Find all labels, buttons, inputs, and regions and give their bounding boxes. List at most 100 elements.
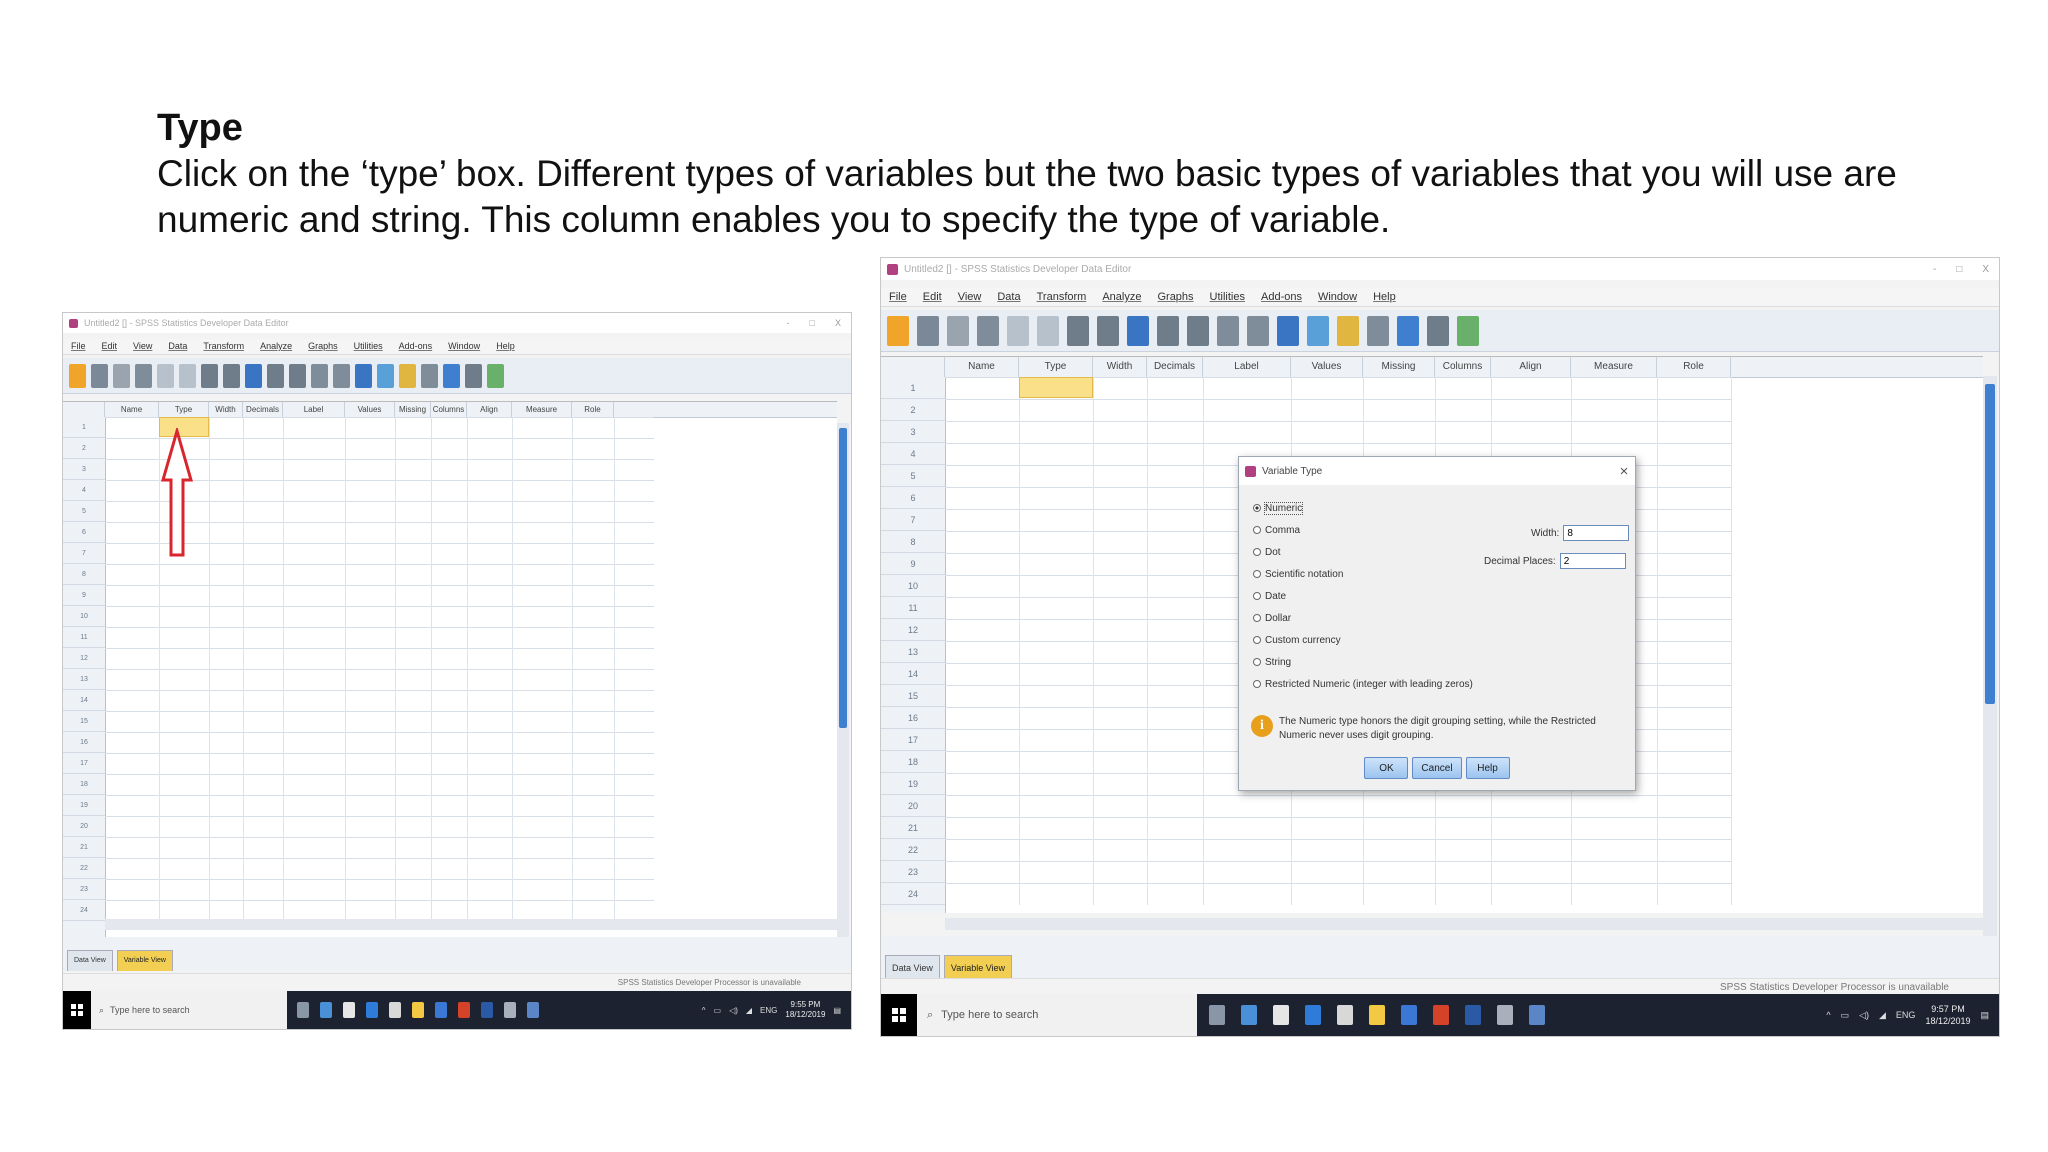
- radio-comma[interactable]: Comma: [1253, 519, 1553, 541]
- word-icon[interactable]: [481, 1002, 493, 1018]
- width-input[interactable]: [1563, 525, 1630, 541]
- menu-file[interactable]: File: [63, 339, 94, 354]
- menu-addons[interactable]: Add-ons: [1253, 288, 1310, 306]
- taskbar-search[interactable]: ⌕ Type here to search: [917, 994, 1197, 1036]
- redo-icon[interactable]: [1037, 315, 1059, 346]
- col-decimals[interactable]: Decimals: [243, 402, 283, 417]
- row-number[interactable]: 2: [881, 399, 945, 421]
- col-name[interactable]: Name: [105, 402, 159, 417]
- tray-chevron-icon[interactable]: ^: [702, 1006, 706, 1015]
- variables-icon[interactable]: [1127, 315, 1149, 346]
- row-number[interactable]: 19: [881, 773, 945, 795]
- close-button[interactable]: X: [825, 318, 851, 328]
- row-number[interactable]: 23: [63, 879, 105, 900]
- show-all-variables-icon[interactable]: [1427, 315, 1449, 346]
- tools-icon[interactable]: [504, 1002, 516, 1018]
- row-number[interactable]: 7: [881, 509, 945, 531]
- radio-selected-icon[interactable]: [1253, 504, 1261, 512]
- mail-icon[interactable]: [389, 1002, 401, 1018]
- radio-icon[interactable]: [1253, 614, 1261, 622]
- col-role[interactable]: Role: [572, 402, 614, 417]
- col-missing[interactable]: Missing: [395, 402, 431, 417]
- menu-view[interactable]: View: [950, 288, 990, 306]
- menu-transform[interactable]: Transform: [195, 339, 252, 354]
- radio-icon[interactable]: [1253, 548, 1261, 556]
- menu-edit[interactable]: Edit: [94, 339, 126, 354]
- find-icon[interactable]: [1187, 315, 1209, 346]
- row-number[interactable]: 7: [63, 543, 105, 564]
- vertical-scrollbar[interactable]: [837, 423, 849, 943]
- help-button[interactable]: Help: [1465, 757, 1510, 779]
- value-labels-icon[interactable]: [1367, 315, 1389, 346]
- row-number[interactable]: 5: [63, 501, 105, 522]
- minimize-button[interactable]: -: [777, 318, 800, 328]
- row-number[interactable]: 9: [63, 585, 105, 606]
- row-number[interactable]: 15: [881, 685, 945, 707]
- ok-button[interactable]: OK: [1364, 757, 1409, 779]
- language-indicator[interactable]: ENG: [760, 1006, 777, 1015]
- taskbar-search[interactable]: ⌕ Type here to search: [91, 991, 287, 1029]
- clock[interactable]: 9:57 PM 18/12/2019: [1925, 1003, 1970, 1027]
- tab-data-view[interactable]: Data View: [885, 955, 940, 980]
- tab-data-view[interactable]: Data View: [67, 950, 113, 971]
- type-cell-selected[interactable]: [1019, 377, 1093, 398]
- variables-icon[interactable]: [245, 363, 262, 388]
- save-icon[interactable]: [91, 363, 108, 388]
- row-number[interactable]: 1: [881, 377, 945, 399]
- menu-view[interactable]: View: [125, 339, 160, 354]
- file-explorer-icon[interactable]: [412, 1002, 424, 1018]
- insert-variable-icon[interactable]: [333, 363, 350, 388]
- radio-icon[interactable]: [1253, 680, 1261, 688]
- find-icon[interactable]: [289, 363, 306, 388]
- row-number[interactable]: 10: [881, 575, 945, 597]
- radio-icon[interactable]: [1253, 592, 1261, 600]
- undo-icon[interactable]: [1007, 315, 1029, 346]
- scroll-thumb[interactable]: [1985, 384, 1995, 704]
- scroll-thumb[interactable]: [839, 428, 847, 728]
- row-number[interactable]: 5: [881, 465, 945, 487]
- row-number[interactable]: 3: [63, 459, 105, 480]
- col-label[interactable]: Label: [1203, 357, 1291, 377]
- col-columns[interactable]: Columns: [431, 402, 467, 417]
- col-measure[interactable]: Measure: [1571, 357, 1657, 377]
- horizontal-scrollbar[interactable]: [105, 919, 837, 930]
- volume-icon[interactable]: ◁): [729, 1006, 738, 1015]
- goto-case-icon[interactable]: [201, 363, 218, 388]
- col-name[interactable]: Name: [945, 357, 1019, 377]
- notifications-icon[interactable]: ▤: [1980, 1010, 1989, 1021]
- row-number[interactable]: 2: [63, 438, 105, 459]
- menu-graphs[interactable]: Graphs: [1149, 288, 1201, 306]
- dialog-recall-icon[interactable]: [977, 315, 999, 346]
- use-sets-icon[interactable]: [1397, 315, 1419, 346]
- menu-utilities[interactable]: Utilities: [346, 339, 391, 354]
- row-number[interactable]: 1: [63, 417, 105, 438]
- radio-string[interactable]: String: [1253, 651, 1553, 673]
- row-number[interactable]: 12: [63, 648, 105, 669]
- print-icon[interactable]: [113, 363, 130, 388]
- row-number[interactable]: 22: [881, 839, 945, 861]
- radio-date[interactable]: Date: [1253, 585, 1553, 607]
- spell-check-icon[interactable]: [487, 363, 504, 388]
- menu-edit[interactable]: Edit: [915, 288, 950, 306]
- menu-utilities[interactable]: Utilities: [1202, 288, 1253, 306]
- menu-help[interactable]: Help: [1365, 288, 1404, 306]
- weight-cases-icon[interactable]: [377, 363, 394, 388]
- col-width[interactable]: Width: [209, 402, 243, 417]
- use-sets-icon[interactable]: [443, 363, 460, 388]
- select-cases-icon[interactable]: [399, 363, 416, 388]
- row-number[interactable]: 21: [63, 837, 105, 858]
- radio-icon[interactable]: [1253, 658, 1261, 666]
- split-file-icon[interactable]: [1277, 315, 1299, 346]
- spss-taskbar-icon[interactable]: [1529, 1005, 1545, 1025]
- col-decimals[interactable]: Decimals: [1147, 357, 1203, 377]
- powerpoint-icon[interactable]: [1433, 1005, 1449, 1025]
- split-file-icon[interactable]: [355, 363, 372, 388]
- undo-icon[interactable]: [157, 363, 174, 388]
- run-descriptives-icon[interactable]: [1157, 315, 1179, 346]
- row-number[interactable]: 20: [881, 795, 945, 817]
- goto-variable-icon[interactable]: [1097, 315, 1119, 346]
- row-number[interactable]: 18: [881, 751, 945, 773]
- goto-case-icon[interactable]: [1067, 315, 1089, 346]
- row-number[interactable]: 17: [881, 729, 945, 751]
- row-number[interactable]: 8: [881, 531, 945, 553]
